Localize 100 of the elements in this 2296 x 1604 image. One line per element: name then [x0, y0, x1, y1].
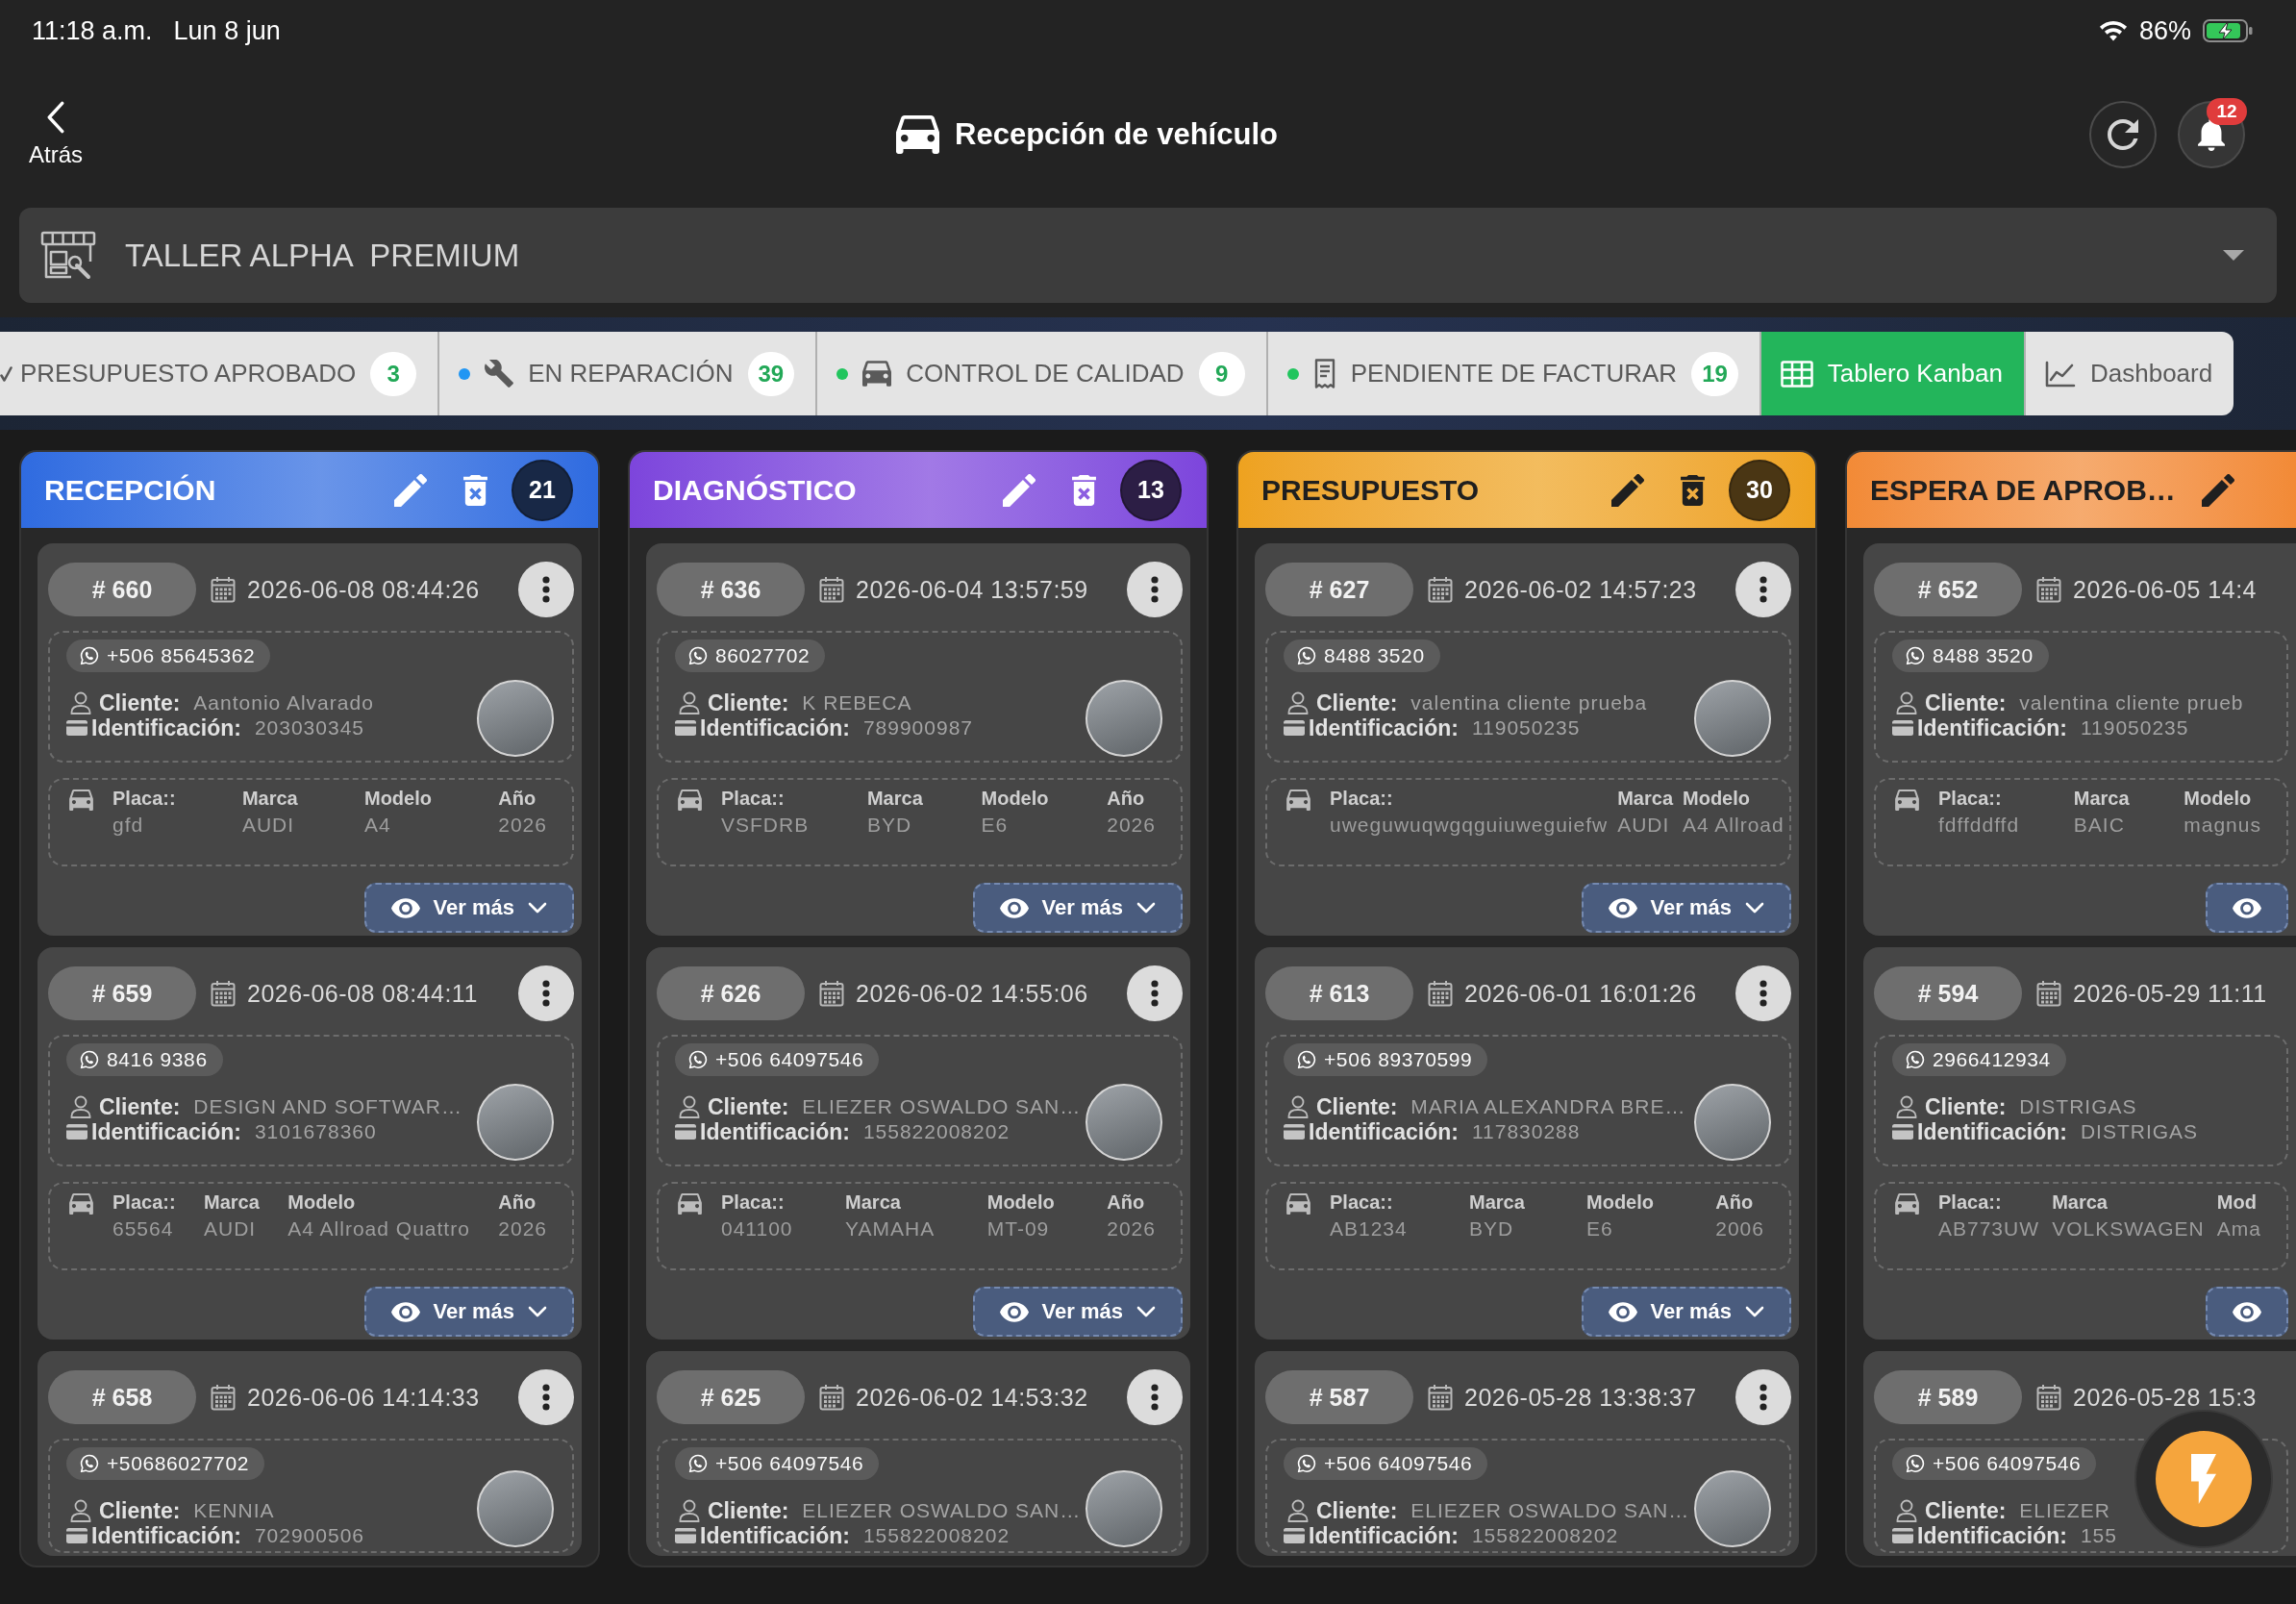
person-icon — [679, 1095, 700, 1118]
options-button[interactable] — [518, 562, 574, 617]
id-label: Identificación: — [91, 1522, 241, 1549]
field-label: Placa:: — [112, 787, 176, 811]
id-label: Identificación: — [91, 714, 241, 741]
battery-percent: 86% — [2138, 15, 2191, 46]
options-button[interactable] — [1127, 965, 1183, 1021]
status-date: Lun 8 jun — [173, 15, 281, 46]
options-button[interactable] — [1735, 562, 1791, 617]
view-tab[interactable]: Dashboard — [2026, 332, 2234, 415]
notifications-button[interactable]: 12 — [2178, 101, 2245, 168]
chevron-left-icon — [47, 101, 64, 134]
id-number: 155822008202 — [862, 1524, 1011, 1547]
phone-number: 86027702 — [715, 644, 811, 667]
eye-icon — [390, 897, 420, 918]
field-value: BAIC — [2073, 813, 2126, 838]
status-tab[interactable]: EN REPARACIÓN 39 — [439, 332, 818, 415]
chevron-down-icon — [1136, 902, 1156, 914]
status-tab[interactable]: PENDIENTE DE FACTURAR 19 — [1267, 332, 1761, 415]
edit-button[interactable] — [1003, 473, 1036, 507]
person-icon — [1896, 691, 1917, 714]
client-name: K REBECA — [802, 691, 912, 714]
options-button[interactable] — [518, 965, 574, 1021]
vertical-dots-icon — [1759, 576, 1767, 603]
order-date: 2026-05-28 13:38:37 — [1464, 1383, 1697, 1412]
person-icon — [679, 691, 700, 714]
id-number: 119050235 — [2080, 716, 2189, 739]
field-value: 2006 — [1715, 1216, 1764, 1241]
calendar-icon — [2036, 980, 2061, 1007]
field-value: A4 Allroad Quattro — [287, 1216, 470, 1241]
field-value: 2026 — [498, 813, 547, 838]
calendar-icon — [1428, 1384, 1453, 1411]
id-label: Identificación: — [700, 1522, 850, 1549]
vertical-dots-icon — [1151, 576, 1159, 603]
status-tab[interactable]: PRESUPUESTO APROBADO 3 — [0, 332, 440, 415]
field-value: E6 — [1586, 1216, 1614, 1241]
card-icon — [675, 1528, 696, 1543]
vertical-dots-icon — [542, 1384, 550, 1411]
car-icon — [69, 789, 93, 811]
person-icon — [1287, 1095, 1309, 1118]
client-label: Cliente: — [1925, 1093, 2007, 1120]
back-button[interactable]: Atrás — [27, 101, 85, 168]
order-number: # 625 — [657, 1370, 805, 1424]
edit-button[interactable] — [1611, 473, 1644, 507]
view-more-button[interactable]: Ver más — [1581, 1287, 1791, 1337]
pencil-icon — [1003, 473, 1036, 507]
field-label: Placa:: — [721, 1190, 786, 1215]
id-number: 119050235 — [1471, 716, 1581, 739]
receipt-icon — [1312, 359, 1336, 388]
calendar-icon — [2036, 576, 2061, 603]
options-button[interactable] — [1127, 1369, 1183, 1425]
order-date: 2026-06-08 08:44:11 — [247, 979, 478, 1008]
calendar-icon — [819, 1384, 844, 1411]
view-more-button[interactable]: Ver más — [972, 883, 1183, 933]
calendar-icon — [211, 980, 236, 1007]
edit-button[interactable] — [2202, 473, 2234, 507]
vertical-dots-icon — [542, 980, 550, 1007]
options-button[interactable] — [1735, 1369, 1791, 1425]
delete-button[interactable] — [463, 474, 487, 506]
car-icon — [678, 789, 702, 811]
field-label: Placa:: — [112, 1190, 176, 1215]
field-label: Marca — [241, 787, 298, 811]
vertical-dots-icon — [1151, 1384, 1159, 1411]
pencil-icon — [2202, 473, 2234, 507]
view-more-button[interactable]: Ver más — [1581, 883, 1791, 933]
car-icon — [1286, 789, 1310, 811]
card-icon — [66, 720, 87, 736]
order-date: 2026-06-05 14:4 — [2073, 575, 2257, 604]
order-date: 2026-06-02 14:57:23 — [1464, 575, 1697, 604]
view-more-button[interactable] — [2206, 883, 2288, 933]
table-grid-icon — [1780, 360, 1813, 388]
calendar-icon — [211, 576, 236, 603]
car-icon — [896, 115, 940, 154]
vertical-dots-icon — [1759, 1384, 1767, 1411]
status-tab[interactable]: CONTROL DE CALIDAD 9 — [817, 332, 1268, 415]
view-more-button[interactable]: Ver más — [363, 1287, 574, 1337]
view-more-button[interactable] — [2206, 1287, 2288, 1337]
phone-number: +506 64097546 — [715, 1452, 864, 1475]
order-number: # 589 — [1874, 1370, 2022, 1424]
vertical-dots-icon — [1151, 980, 1159, 1007]
calendar-icon — [1428, 576, 1453, 603]
column-title: PRESUPUESTO — [1261, 473, 1481, 507]
field-value: uweguwuqwgqguiuweguiefw — [1330, 813, 1609, 838]
view-more-button[interactable]: Ver más — [972, 1287, 1183, 1337]
options-button[interactable] — [1735, 965, 1791, 1021]
options-button[interactable] — [1127, 562, 1183, 617]
field-label: Placa:: — [1938, 787, 2003, 811]
person-icon — [679, 1499, 700, 1522]
person-icon — [1287, 1499, 1309, 1522]
delete-button[interactable] — [1072, 474, 1096, 506]
options-button[interactable] — [518, 1369, 574, 1425]
workshop-dropdown[interactable]: TALLER ALPHA PREMIUM — [19, 208, 2277, 303]
view-more-button[interactable]: Ver más — [363, 883, 574, 933]
client-label: Cliente: — [708, 1497, 789, 1524]
order-number: # 587 — [1265, 1370, 1413, 1424]
delete-button[interactable] — [1681, 474, 1705, 506]
field-label: Año — [1107, 787, 1146, 811]
chevron-down-icon — [1745, 902, 1764, 914]
phone-number: 8416 9386 — [107, 1048, 208, 1071]
phone-bubble-icon — [688, 646, 708, 665]
